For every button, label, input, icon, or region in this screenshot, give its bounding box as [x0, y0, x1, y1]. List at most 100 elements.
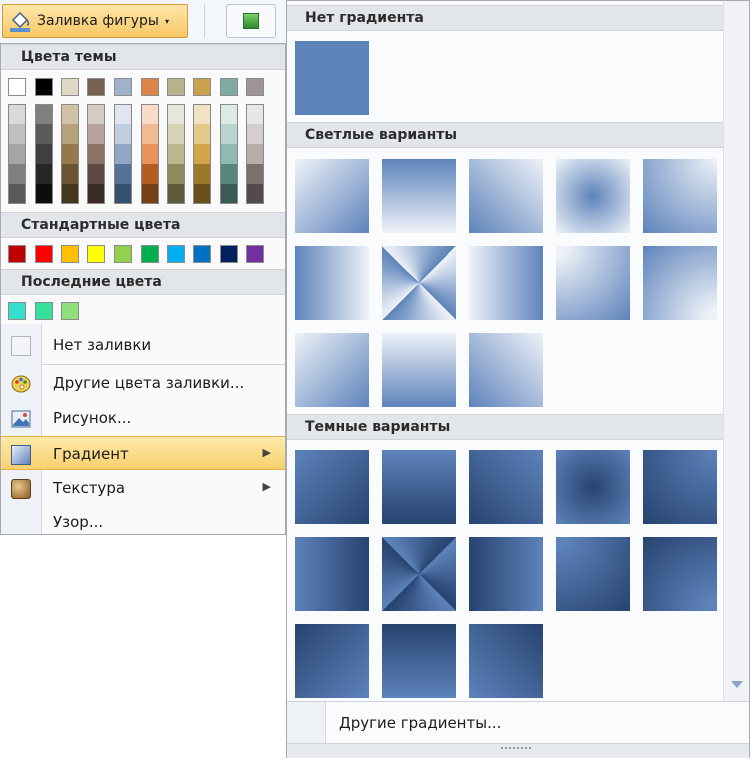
light-gradient-tile[interactable]	[469, 333, 543, 407]
theme-color-swatch[interactable]	[193, 78, 211, 96]
light-gradient-tile[interactable]	[295, 159, 369, 233]
theme-shade-swatch[interactable]	[35, 164, 53, 184]
theme-shade-swatch[interactable]	[61, 144, 79, 164]
light-gradient-tile[interactable]	[469, 246, 543, 320]
theme-shade-swatch[interactable]	[114, 164, 132, 184]
theme-shade-swatch[interactable]	[87, 104, 105, 124]
dark-gradient-tile[interactable]	[643, 537, 717, 611]
theme-shade-swatch[interactable]	[193, 104, 211, 124]
theme-shade-swatch[interactable]	[8, 124, 26, 144]
theme-shade-swatch[interactable]	[61, 184, 79, 204]
theme-shade-swatch[interactable]	[220, 124, 238, 144]
gallery-scrollbar[interactable]	[723, 1, 749, 701]
standard-color-swatch[interactable]	[220, 245, 238, 263]
recent-color-swatch[interactable]	[35, 302, 53, 320]
more-fill-colors-item[interactable]: Другие цвета заливки...	[1, 366, 285, 400]
dark-gradient-tile[interactable]	[556, 450, 630, 524]
theme-shade-swatch[interactable]	[193, 124, 211, 144]
theme-shade-swatch[interactable]	[141, 124, 159, 144]
dark-gradient-tile[interactable]	[382, 450, 456, 524]
theme-shade-swatch[interactable]	[61, 164, 79, 184]
theme-color-swatch[interactable]	[61, 78, 79, 96]
dark-gradient-tile[interactable]	[469, 450, 543, 524]
theme-shade-swatch[interactable]	[114, 104, 132, 124]
standard-color-swatch[interactable]	[8, 245, 26, 263]
picture-item[interactable]: Рисунок...	[1, 401, 285, 435]
dark-gradient-tile[interactable]	[469, 624, 543, 698]
theme-shade-swatch[interactable]	[35, 124, 53, 144]
no-gradient-tile[interactable]	[295, 41, 369, 115]
theme-shade-swatch[interactable]	[193, 164, 211, 184]
theme-color-swatch[interactable]	[87, 78, 105, 96]
theme-shade-swatch[interactable]	[141, 144, 159, 164]
theme-shade-swatch[interactable]	[87, 124, 105, 144]
theme-shade-swatch[interactable]	[246, 104, 264, 124]
theme-color-swatch[interactable]	[141, 78, 159, 96]
theme-shade-swatch[interactable]	[61, 124, 79, 144]
theme-shade-swatch[interactable]	[220, 104, 238, 124]
light-gradient-tile[interactable]	[556, 159, 630, 233]
theme-shade-swatch[interactable]	[141, 104, 159, 124]
shape-fill-button[interactable]: Заливка фигуры ▾	[2, 4, 188, 38]
shape-style-button[interactable]	[226, 4, 276, 38]
theme-shade-swatch[interactable]	[220, 184, 238, 204]
theme-shade-swatch[interactable]	[141, 184, 159, 204]
dark-gradient-tile[interactable]	[382, 537, 456, 611]
light-gradient-tile[interactable]	[643, 246, 717, 320]
theme-color-swatch[interactable]	[246, 78, 264, 96]
theme-shade-swatch[interactable]	[246, 124, 264, 144]
theme-shade-swatch[interactable]	[141, 164, 159, 184]
standard-color-swatch[interactable]	[87, 245, 105, 263]
standard-color-swatch[interactable]	[61, 245, 79, 263]
dark-gradient-tile[interactable]	[295, 537, 369, 611]
theme-shade-swatch[interactable]	[220, 164, 238, 184]
light-gradient-tile[interactable]	[643, 159, 717, 233]
dark-gradient-tile[interactable]	[382, 624, 456, 698]
theme-shade-swatch[interactable]	[87, 164, 105, 184]
recent-color-swatch[interactable]	[61, 302, 79, 320]
theme-shade-swatch[interactable]	[246, 164, 264, 184]
theme-shade-swatch[interactable]	[246, 184, 264, 204]
standard-color-swatch[interactable]	[141, 245, 159, 263]
theme-shade-swatch[interactable]	[87, 144, 105, 164]
standard-color-swatch[interactable]	[114, 245, 132, 263]
standard-color-swatch[interactable]	[193, 245, 211, 263]
light-gradient-tile[interactable]	[556, 246, 630, 320]
light-gradient-tile[interactable]	[382, 246, 456, 320]
theme-shade-swatch[interactable]	[114, 124, 132, 144]
theme-color-swatch[interactable]	[35, 78, 53, 96]
theme-shade-swatch[interactable]	[8, 164, 26, 184]
light-gradient-tile[interactable]	[295, 246, 369, 320]
dark-gradient-tile[interactable]	[643, 450, 717, 524]
pattern-item[interactable]: Узор...	[1, 505, 285, 539]
dark-gradient-tile[interactable]	[295, 450, 369, 524]
theme-shade-swatch[interactable]	[8, 104, 26, 124]
more-gradients-item[interactable]: Другие градиенты...	[287, 701, 749, 744]
theme-shade-swatch[interactable]	[193, 144, 211, 164]
gradient-item[interactable]: Градиент ▶	[1, 436, 285, 470]
theme-color-swatch[interactable]	[167, 78, 185, 96]
light-gradient-tile[interactable]	[469, 159, 543, 233]
light-gradient-tile[interactable]	[295, 333, 369, 407]
theme-shade-swatch[interactable]	[167, 164, 185, 184]
dark-gradient-tile[interactable]	[469, 537, 543, 611]
standard-color-swatch[interactable]	[35, 245, 53, 263]
theme-color-swatch[interactable]	[114, 78, 132, 96]
scroll-down-icon[interactable]	[731, 681, 743, 688]
texture-item[interactable]: Текстура ▶	[1, 471, 285, 505]
theme-shade-swatch[interactable]	[114, 184, 132, 204]
dark-gradient-tile[interactable]	[295, 624, 369, 698]
recent-color-swatch[interactable]	[8, 302, 26, 320]
theme-shade-swatch[interactable]	[35, 144, 53, 164]
theme-shade-swatch[interactable]	[167, 104, 185, 124]
light-gradient-tile[interactable]	[382, 333, 456, 407]
theme-shade-swatch[interactable]	[35, 184, 53, 204]
theme-shade-swatch[interactable]	[61, 104, 79, 124]
theme-shade-swatch[interactable]	[167, 124, 185, 144]
theme-shade-swatch[interactable]	[246, 144, 264, 164]
standard-color-swatch[interactable]	[246, 245, 264, 263]
theme-shade-swatch[interactable]	[35, 104, 53, 124]
no-fill-item[interactable]: Нет заливки	[1, 328, 285, 362]
theme-shade-swatch[interactable]	[193, 184, 211, 204]
theme-shade-swatch[interactable]	[114, 144, 132, 164]
